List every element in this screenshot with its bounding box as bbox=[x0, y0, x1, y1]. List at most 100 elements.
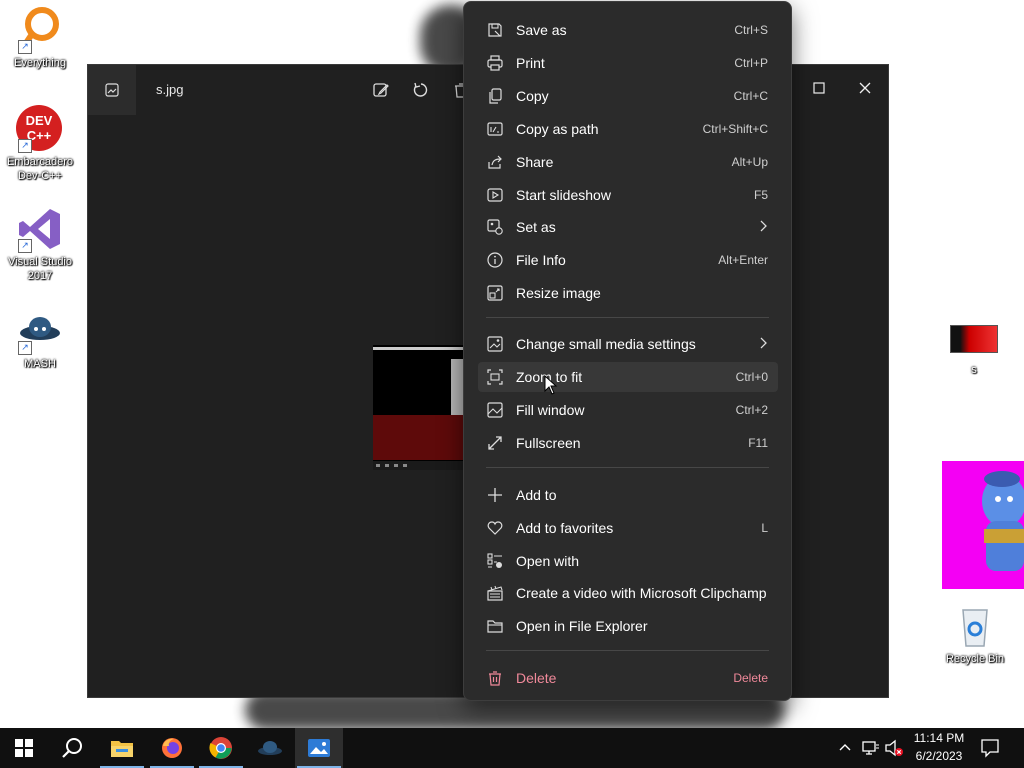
gallery-icon bbox=[105, 83, 119, 97]
chevron-up-icon bbox=[839, 744, 851, 751]
menu-item-label: Create a video with Microsoft Clipchamp bbox=[516, 585, 767, 601]
menu-item-print[interactable]: Print Ctrl+P bbox=[478, 48, 778, 78]
menu-item-fill-window[interactable]: Fill window Ctrl+2 bbox=[478, 395, 778, 425]
menu-item-add-to[interactable]: Add to bbox=[478, 480, 778, 510]
taskbar-firefox[interactable] bbox=[148, 728, 196, 768]
image-filename: s.jpg bbox=[156, 82, 184, 97]
menu-item-add-to-favorites[interactable]: Add to favorites L bbox=[478, 513, 778, 543]
menu-item-shortcut: Alt+Up bbox=[731, 155, 768, 169]
desktop-icon-label: Embarcadero Dev-C++ bbox=[6, 156, 74, 182]
chevron-right-icon bbox=[758, 219, 768, 235]
menu-item-label: Share bbox=[516, 154, 554, 170]
menu-item-create-video-clipchamp[interactable]: Create a video with Microsoft Clipchamp bbox=[478, 578, 778, 608]
menu-item-label: Open in File Explorer bbox=[516, 618, 648, 634]
close-icon bbox=[859, 82, 871, 94]
volume-button[interactable] bbox=[884, 739, 904, 762]
search-button[interactable] bbox=[48, 728, 96, 768]
folder-icon bbox=[111, 741, 133, 757]
desktop-icon-label: MASH bbox=[24, 358, 56, 370]
clock-time[interactable]: 11:14 PM bbox=[908, 731, 970, 745]
desktop-icon-recycle-bin[interactable]: Recycle Bin bbox=[937, 602, 1013, 666]
menu-item-label: Delete bbox=[516, 670, 557, 686]
desktop-icon-visual-studio[interactable]: ↗ Visual Studio 2017 bbox=[2, 205, 78, 283]
menu-item-share[interactable]: Share Alt+Up bbox=[478, 147, 778, 177]
menu-item-copy[interactable]: Copy Ctrl+C bbox=[478, 81, 778, 111]
close-window-button[interactable] bbox=[850, 73, 880, 103]
fullscreen-icon bbox=[486, 434, 504, 452]
menu-item-zoom-to-fit[interactable]: Zoom to fit Ctrl+0 bbox=[478, 362, 778, 392]
network-button[interactable] bbox=[862, 740, 880, 761]
menu-item-shortcut: Alt+Enter bbox=[718, 253, 768, 267]
menu-item-change-media-settings[interactable]: Change small media settings bbox=[478, 329, 778, 359]
taskbar: 11:14 PM 6/2/2023 bbox=[0, 728, 1024, 768]
mouse-cursor-icon bbox=[544, 374, 558, 400]
menu-item-shortcut: F5 bbox=[753, 188, 768, 202]
visual-studio-app-icon: ↗ bbox=[16, 205, 64, 253]
menu-item-label: Change small media settings bbox=[516, 336, 696, 352]
menu-separator bbox=[486, 317, 769, 318]
menu-item-shortcut: L bbox=[761, 521, 768, 535]
menu-item-open-in-file-explorer[interactable]: Open in File Explorer bbox=[478, 611, 778, 641]
start-button[interactable] bbox=[0, 728, 48, 768]
maximize-icon bbox=[813, 82, 825, 94]
shortcut-arrow-icon: ↗ bbox=[18, 239, 32, 253]
desktop-icon-label: Visual Studio 2017 bbox=[7, 256, 72, 282]
desktop-icon-devcpp[interactable]: DEV C++ ↗ Embarcadero Dev-C++ bbox=[2, 105, 78, 183]
menu-item-file-info[interactable]: File Info Alt+Enter bbox=[478, 245, 778, 275]
image-context-menu: Save as Ctrl+S Print Ctrl+P Copy Ctrl+C … bbox=[463, 1, 792, 701]
set-as-icon bbox=[486, 218, 504, 236]
rotate-button[interactable] bbox=[410, 79, 432, 101]
firefox-icon bbox=[162, 738, 182, 758]
menu-item-set-as[interactable]: Set as bbox=[478, 212, 778, 242]
mash-app-icon: ↗ bbox=[16, 307, 64, 355]
menu-item-start-slideshow[interactable]: Start slideshow F5 bbox=[478, 180, 778, 210]
menu-separator bbox=[486, 650, 769, 651]
zoom-fit-icon bbox=[486, 368, 504, 386]
menu-item-label: Fill window bbox=[516, 402, 585, 418]
photos-icon bbox=[308, 739, 330, 757]
info-icon bbox=[486, 251, 504, 269]
desktop-icon-mash[interactable]: ↗ MASH bbox=[2, 307, 78, 371]
edit-image-button[interactable] bbox=[370, 79, 392, 101]
network-icon bbox=[862, 741, 879, 755]
devcpp-app-icon: DEV C++ ↗ bbox=[16, 105, 64, 153]
desktop-icon-label: Recycle Bin bbox=[945, 653, 1005, 665]
menu-item-label: Print bbox=[516, 55, 545, 71]
menu-item-shortcut: Ctrl+P bbox=[734, 56, 768, 70]
menu-item-save-as[interactable]: Save as Ctrl+S bbox=[478, 15, 778, 45]
edit-image-icon bbox=[373, 83, 389, 97]
menu-item-label: Set as bbox=[516, 219, 556, 235]
clock-date[interactable]: 6/2/2023 bbox=[908, 749, 970, 763]
shortcut-arrow-icon: ↗ bbox=[18, 139, 32, 153]
windows-logo-icon bbox=[15, 739, 33, 757]
menu-item-delete[interactable]: Delete Delete bbox=[478, 663, 778, 693]
menu-item-label: Resize image bbox=[516, 285, 601, 301]
menu-item-label: Copy bbox=[516, 88, 549, 104]
taskbar-chrome[interactable] bbox=[197, 728, 245, 768]
menu-item-open-with[interactable]: Open with bbox=[478, 546, 778, 576]
notification-icon bbox=[981, 739, 999, 758]
maximize-button[interactable] bbox=[804, 73, 834, 103]
taskbar-file-explorer[interactable] bbox=[98, 728, 146, 768]
slideshow-icon bbox=[486, 186, 504, 204]
mash-icon bbox=[258, 741, 282, 755]
taskbar-photos[interactable] bbox=[295, 728, 343, 768]
plus-icon bbox=[486, 486, 504, 504]
desktop-icon-everything[interactable]: ↗ Everything bbox=[2, 6, 78, 70]
menu-item-label: Open with bbox=[516, 553, 580, 569]
desktop-genie-image[interactable] bbox=[942, 461, 1024, 589]
taskbar-mash[interactable] bbox=[246, 728, 294, 768]
search-icon bbox=[62, 738, 82, 758]
open-with-icon bbox=[486, 552, 504, 570]
menu-item-fullscreen[interactable]: Fullscreen F11 bbox=[478, 428, 778, 458]
show-hidden-icons-button[interactable] bbox=[838, 740, 852, 759]
media-settings-icon bbox=[486, 335, 504, 353]
desktop-icon-s-image[interactable]: s bbox=[936, 320, 1012, 377]
menu-item-copy-as-path[interactable]: Copy as path Ctrl+Shift+C bbox=[478, 114, 778, 144]
chrome-icon bbox=[209, 737, 232, 759]
gallery-button[interactable] bbox=[88, 65, 136, 115]
rotate-icon bbox=[413, 82, 428, 97]
notifications-button[interactable] bbox=[980, 738, 1000, 763]
menu-item-shortcut: Ctrl+2 bbox=[735, 403, 768, 417]
menu-item-resize-image[interactable]: Resize image bbox=[478, 278, 778, 308]
